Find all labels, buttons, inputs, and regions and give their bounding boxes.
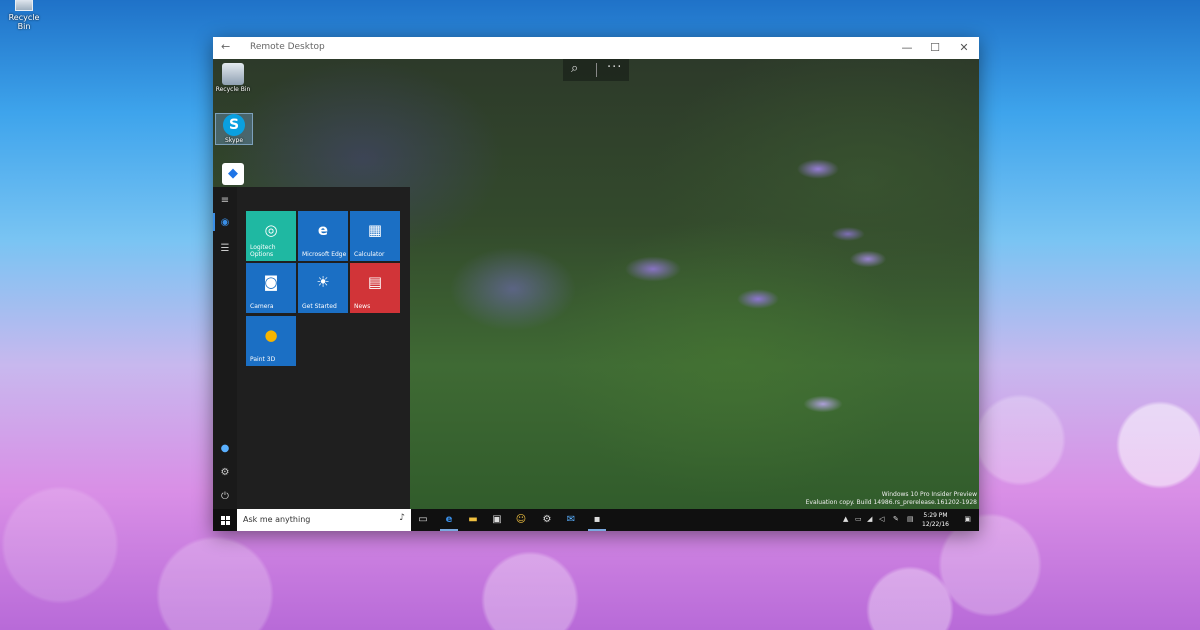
keyboard-icon[interactable]: ▤ bbox=[907, 515, 914, 523]
search-placeholder: Ask me anything bbox=[243, 515, 311, 524]
tile-microsoft-edge[interactable]: e Microsoft Edge bbox=[298, 211, 348, 261]
edge-icon: e bbox=[317, 221, 329, 239]
microphone-icon[interactable]: ♪ bbox=[399, 513, 405, 523]
start-menu: ≡ ◉ ☰ ● ⚙ ⏻ ◎ Logitech Options e Microso… bbox=[213, 187, 410, 509]
emoji-app-icon[interactable]: ☺ bbox=[509, 509, 533, 531]
host-recycle-bin-label: Recycle Bin bbox=[8, 13, 40, 31]
mail-icon[interactable]: ✉ bbox=[559, 509, 583, 531]
more-options-icon[interactable]: ··· bbox=[607, 60, 622, 75]
news-icon: ▤ bbox=[367, 273, 383, 291]
settings-taskbar-icon[interactable]: ⚙ bbox=[535, 509, 559, 531]
evaluation-watermark: Windows 10 Pro Insider Preview Evaluatio… bbox=[805, 491, 977, 506]
recycle-bin-icon bbox=[222, 63, 244, 85]
tile-news[interactable]: ▤ News bbox=[350, 263, 400, 313]
pen-icon[interactable]: ✎ bbox=[893, 515, 899, 523]
network-icon[interactable]: ◢ bbox=[867, 515, 872, 523]
remote-recycle-bin[interactable]: Recycle Bin bbox=[215, 63, 251, 93]
lightbulb-icon: ☀ bbox=[316, 273, 330, 291]
edge-taskbar-icon[interactable]: e bbox=[437, 509, 461, 531]
camera-icon: ◙ bbox=[263, 273, 279, 291]
close-button[interactable]: ✕ bbox=[950, 37, 978, 59]
tile-get-started[interactable]: ☀ Get Started bbox=[298, 263, 348, 313]
cortana-search-box[interactable]: Ask me anything ♪ bbox=[237, 509, 411, 531]
desktop-icon-label: Skype bbox=[224, 137, 244, 144]
remote-skype[interactable]: S Skype bbox=[215, 113, 253, 145]
remote-dropbox[interactable]: ◆ bbox=[215, 163, 251, 185]
volume-icon[interactable]: ◁ bbox=[879, 515, 884, 523]
back-button[interactable]: ← bbox=[221, 40, 230, 53]
tile-camera[interactable]: ◙ Camera bbox=[246, 263, 296, 313]
taskbar-clock[interactable]: 5:29 PM 12/22/16 bbox=[922, 511, 949, 529]
tile-logitech-options[interactable]: ◎ Logitech Options bbox=[246, 211, 296, 261]
action-center-icon[interactable]: ▣ bbox=[964, 515, 971, 523]
desktop-icon-label: Recycle Bin bbox=[215, 86, 251, 93]
file-explorer-icon[interactable]: ▬ bbox=[461, 509, 485, 531]
maximize-button[interactable]: ☐ bbox=[921, 37, 949, 59]
minimize-button[interactable]: — bbox=[893, 37, 921, 59]
logitech-icon: ◎ bbox=[264, 221, 278, 239]
hamburger-icon[interactable]: ≡ bbox=[213, 195, 237, 206]
globe-icon[interactable]: ● bbox=[213, 443, 237, 454]
store-icon[interactable]: ▣ bbox=[485, 509, 509, 531]
system-tray: ▲ ▭ ◢ ◁ ✎ ▤ 5:29 PM 12/22/16 ▣ bbox=[839, 509, 979, 531]
windows-logo-icon bbox=[221, 516, 230, 525]
window-title: Remote Desktop bbox=[250, 42, 325, 52]
calculator-icon: ▦ bbox=[367, 221, 383, 239]
tile-paint-3d[interactable]: ● Paint 3D bbox=[246, 316, 296, 366]
tablet-icon[interactable]: ▭ bbox=[855, 515, 862, 523]
zoom-icon[interactable]: ⌕ bbox=[571, 61, 578, 76]
skype-icon: S bbox=[223, 114, 245, 136]
all-apps-icon[interactable]: ☰ bbox=[213, 243, 237, 254]
session-toolbar: ⌕ ··· bbox=[563, 59, 629, 81]
start-rail: ≡ ◉ ☰ ● ⚙ ⏻ bbox=[213, 187, 237, 509]
taskbar: Ask me anything ♪ ▭ e ▬ ▣ ☺ ⚙ ✉ ▪ ▲ ▭ ◢ … bbox=[213, 509, 979, 531]
remote-desktop-window: ← Remote Desktop — ☐ ✕ ⌕ ··· Recycle Bin… bbox=[213, 37, 979, 531]
remote-desktop-session[interactable]: ⌕ ··· Recycle Bin S Skype ◆ ≡ ◉ ☰ ● ⚙ ⏻ bbox=[213, 59, 979, 531]
dropbox-icon: ◆ bbox=[222, 163, 244, 185]
command-prompt-icon[interactable]: ▪ bbox=[585, 509, 609, 531]
title-bar[interactable]: ← Remote Desktop — ☐ ✕ bbox=[213, 37, 979, 59]
host-recycle-bin-icon[interactable]: Recycle Bin bbox=[2, 0, 46, 31]
show-hidden-icons[interactable]: ▲ bbox=[843, 515, 848, 523]
tiles-icon[interactable]: ◉ bbox=[213, 217, 237, 228]
start-button[interactable] bbox=[213, 509, 237, 531]
paint3d-icon: ● bbox=[264, 326, 278, 344]
toolbar-divider bbox=[596, 63, 597, 77]
power-icon[interactable]: ⏻ bbox=[213, 491, 237, 502]
task-view-icon[interactable]: ▭ bbox=[411, 509, 435, 531]
settings-icon[interactable]: ⚙ bbox=[213, 467, 237, 478]
tile-calculator[interactable]: ▦ Calculator bbox=[350, 211, 400, 261]
recycle-bin-icon bbox=[15, 0, 33, 11]
